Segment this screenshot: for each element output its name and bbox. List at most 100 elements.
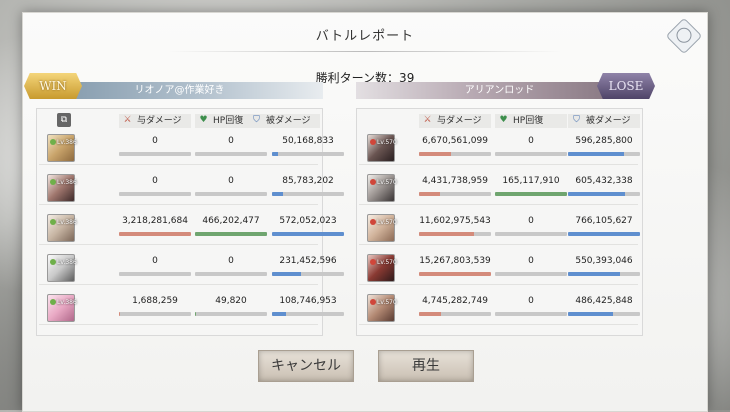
character-portrait[interactable]: Lv.570 bbox=[367, 294, 397, 322]
element-icon bbox=[50, 139, 56, 145]
character-portrait[interactable]: Lv.386 bbox=[47, 174, 77, 202]
received-value: 572,052,023 bbox=[279, 216, 337, 226]
sword-icon: ⚔ bbox=[423, 115, 432, 125]
heal-bar bbox=[495, 232, 567, 236]
heal-value: 49,820 bbox=[215, 296, 247, 306]
skip-icon[interactable]: ⧉ bbox=[57, 113, 71, 127]
character-portrait[interactable]: Lv.386 bbox=[47, 214, 77, 242]
heal-bar bbox=[495, 192, 567, 196]
character-portrait[interactable]: Lv.570 bbox=[367, 134, 397, 162]
heal-value: 0 bbox=[228, 176, 234, 186]
member-row: Lv.386 0 0 231,452,596 bbox=[39, 251, 344, 285]
member-row: Lv.570 6,670,561,099 0 596,285,800 bbox=[359, 131, 640, 165]
damage-bar bbox=[419, 232, 491, 236]
member-row: Lv.386 0 0 85,783,202 bbox=[39, 171, 344, 205]
character-portrait[interactable]: Lv.570 bbox=[367, 254, 397, 282]
damage-value: 0 bbox=[152, 256, 158, 266]
received-bar bbox=[272, 272, 344, 276]
heal-bar bbox=[495, 152, 567, 156]
heal-value: 0 bbox=[528, 296, 534, 306]
level-label: Lv.570 bbox=[377, 179, 397, 186]
member-row: Lv.570 15,267,803,539 0 550,393,046 bbox=[359, 251, 640, 285]
member-row: Lv.386 1,688,259 49,820 108,746,953 bbox=[39, 291, 344, 325]
element-icon bbox=[50, 219, 56, 225]
received-value: 108,746,953 bbox=[279, 296, 337, 306]
member-row: Lv.570 4,431,738,959 165,117,910 605,432,33… bbox=[359, 171, 640, 205]
column-header-damage: ⚔ 与ダメージ bbox=[419, 114, 491, 128]
lose-badge: LOSE bbox=[597, 73, 655, 99]
play-button[interactable]: 再生 bbox=[378, 350, 474, 382]
cancel-button[interactable]: キャンセル bbox=[258, 350, 354, 382]
damage-bar bbox=[119, 272, 191, 276]
element-icon bbox=[370, 219, 376, 225]
character-portrait[interactable]: Lv.386 bbox=[47, 134, 77, 162]
member-row: Lv.386 0 0 50,168,833 bbox=[39, 131, 344, 165]
heal-bar bbox=[195, 192, 267, 196]
win-badge: WIN bbox=[24, 73, 82, 99]
title-divider bbox=[168, 51, 562, 52]
damage-bar bbox=[419, 312, 491, 316]
received-value: 50,168,833 bbox=[282, 136, 334, 146]
received-bar bbox=[568, 272, 640, 276]
heal-value: 0 bbox=[228, 136, 234, 146]
member-row: Lv.570 11,602,975,543 0 766,105,627 bbox=[359, 211, 640, 245]
sword-icon: ⚔ bbox=[123, 115, 132, 125]
level-label: Lv.570 bbox=[377, 219, 397, 226]
element-icon bbox=[50, 259, 56, 265]
received-bar bbox=[272, 232, 344, 236]
shield-icon: ⛉ bbox=[253, 115, 260, 125]
heart-icon: ♥ bbox=[199, 115, 208, 125]
element-icon bbox=[50, 179, 56, 185]
element-icon bbox=[370, 179, 376, 185]
level-label: Lv.570 bbox=[377, 139, 397, 146]
damage-bar bbox=[419, 192, 491, 196]
heal-bar bbox=[195, 312, 267, 316]
damage-bar bbox=[119, 232, 191, 236]
heal-bar bbox=[495, 312, 567, 316]
member-row: Lv.570 4,745,282,749 0 486,425,848 bbox=[359, 291, 640, 325]
received-value: 486,425,848 bbox=[575, 296, 633, 306]
received-value: 605,432,338 bbox=[575, 176, 633, 186]
level-label: Lv.570 bbox=[377, 259, 397, 266]
level-label: Lv.570 bbox=[377, 299, 397, 306]
damage-value: 4,431,738,959 bbox=[422, 176, 488, 186]
enemy-team-panel: アリアンロッド LOSE ⚔ 与ダメージ ♥ HP回復 ⛉ 被ダメージ Lv.570 6… bbox=[356, 73, 655, 336]
heal-value: 165,117,910 bbox=[502, 176, 560, 186]
damage-value: 11,602,975,543 bbox=[419, 216, 491, 226]
heal-bar bbox=[195, 152, 267, 156]
heal-bar bbox=[195, 232, 267, 236]
heal-bar bbox=[495, 272, 567, 276]
received-bar bbox=[568, 312, 640, 316]
character-portrait[interactable]: Lv.386 bbox=[47, 294, 77, 322]
damage-bar bbox=[419, 272, 491, 276]
settings-icon[interactable] bbox=[665, 17, 703, 55]
element-icon bbox=[370, 139, 376, 145]
received-value: 596,285,800 bbox=[575, 136, 633, 146]
received-value: 766,105,627 bbox=[575, 216, 633, 226]
shield-icon: ⛉ bbox=[573, 115, 580, 125]
received-bar bbox=[568, 152, 640, 156]
received-value: 85,783,202 bbox=[282, 176, 334, 186]
level-label: Lv.386 bbox=[57, 139, 77, 146]
received-value: 550,393,046 bbox=[575, 256, 633, 266]
received-value: 231,452,596 bbox=[279, 256, 337, 266]
damage-value: 4,745,282,749 bbox=[422, 296, 488, 306]
heal-value: 0 bbox=[228, 256, 234, 266]
character-portrait[interactable]: Lv.386 bbox=[47, 254, 77, 282]
level-label: Lv.386 bbox=[57, 219, 77, 226]
enemy-stats-table: ⚔ 与ダメージ ♥ HP回復 ⛉ 被ダメージ Lv.570 6,670,561,099 0… bbox=[356, 108, 643, 336]
level-label: Lv.386 bbox=[57, 179, 77, 186]
column-header-received: ⛉ 被ダメージ bbox=[248, 114, 320, 128]
damage-value: 1,688,259 bbox=[132, 296, 178, 306]
player-stats-table: ⧉ ⚔ 与ダメージ ♥ HP回復 ⛉ 被ダメージ Lv.386 0 0 50,168,833… bbox=[36, 108, 344, 336]
received-bar bbox=[272, 192, 344, 196]
player-team-panel: リオノア@作業好き WIN ⧉ ⚔ 与ダメージ ♥ HP回復 ⛉ 被ダメージ Lv.3… bbox=[24, 73, 344, 336]
damage-bar bbox=[119, 192, 191, 196]
member-row: Lv.386 3,218,281,684 466,202,477 572,052,02… bbox=[39, 211, 344, 245]
received-bar bbox=[272, 312, 344, 316]
character-portrait[interactable]: Lv.570 bbox=[367, 174, 397, 202]
character-portrait[interactable]: Lv.570 bbox=[367, 214, 397, 242]
element-icon bbox=[370, 299, 376, 305]
damage-value: 3,218,281,684 bbox=[122, 216, 188, 226]
column-header-received: ⛉ 被ダメージ bbox=[568, 114, 640, 128]
